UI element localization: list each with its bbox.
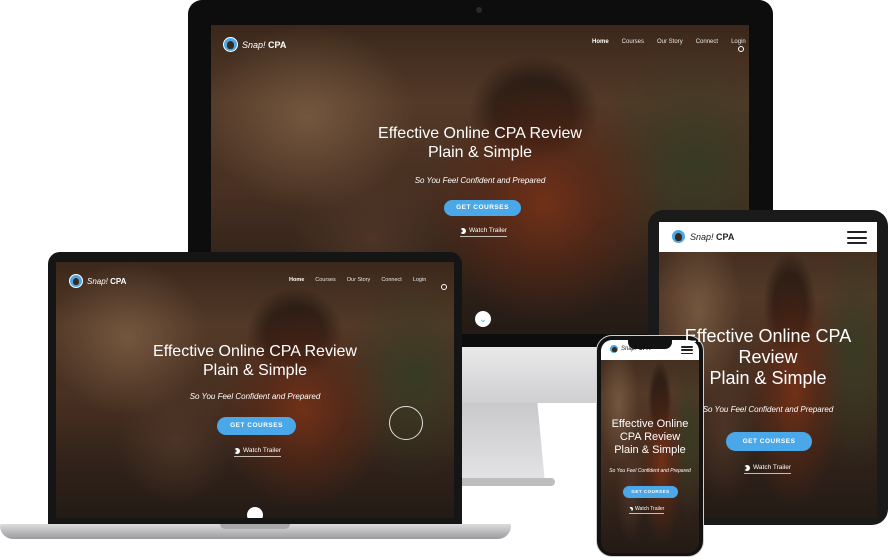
- scroll-down-icon[interactable]: [247, 507, 263, 518]
- watch-trailer-label: Watch Trailer: [753, 464, 792, 471]
- brand-name: Snap! CPA: [242, 39, 287, 50]
- search-icon[interactable]: [738, 46, 744, 52]
- watch-trailer-label: Watch Trailer: [469, 227, 508, 234]
- scroll-down-icon[interactable]: ⌄: [475, 311, 491, 327]
- logo[interactable]: Snap! CPA: [69, 274, 126, 288]
- hero-headline: Effective Online CPA Review Plain & Simp…: [153, 343, 357, 379]
- watch-trailer-link[interactable]: Watch Trailer: [460, 227, 508, 237]
- nav-login[interactable]: Login: [413, 277, 426, 283]
- phone-notch: [628, 340, 672, 349]
- watch-trailer-link[interactable]: Watch Trailer: [744, 464, 792, 474]
- search-icon[interactable]: [441, 284, 447, 290]
- hero-headline: Effective Online CPA Review Plain & Simp…: [611, 418, 689, 456]
- play-video-icon[interactable]: [389, 406, 423, 440]
- logo[interactable]: Snap! CPA: [671, 229, 734, 244]
- nav-courses[interactable]: Courses: [622, 39, 644, 45]
- get-courses-button[interactable]: GET COURSES: [217, 417, 296, 435]
- nav-our-story[interactable]: Our Story: [347, 277, 371, 283]
- hero-subline: So You Feel Confident and Prepared: [414, 176, 546, 185]
- nav-our-story[interactable]: Our Story: [657, 39, 683, 45]
- nav-home[interactable]: Home: [289, 277, 304, 283]
- watch-trailer-link[interactable]: Watch Trailer: [234, 447, 282, 457]
- hero-subline: So You Feel Confident and Prepared: [609, 468, 691, 474]
- play-icon: [234, 447, 240, 454]
- hero-subline: So You Feel Confident and Prepared: [702, 405, 834, 414]
- hamburger-menu-icon[interactable]: [681, 346, 693, 354]
- get-courses-button[interactable]: GET COURSES: [726, 432, 812, 451]
- nav-connect[interactable]: Connect: [696, 39, 718, 45]
- imac-stand: [450, 403, 545, 483]
- main-nav: Home Courses Our Story Connect Login: [289, 277, 426, 283]
- play-icon: [744, 464, 750, 471]
- brand-name: Snap! CPA: [690, 231, 735, 242]
- watch-trailer-link[interactable]: Watch Trailer: [629, 506, 665, 514]
- get-courses-button[interactable]: GET COURSES: [444, 200, 521, 216]
- watch-trailer-label: Watch Trailer: [635, 506, 665, 512]
- logo[interactable]: Snap! CPA: [223, 37, 286, 52]
- laptop-screen: Snap! CPA Home Courses Our Story Connect…: [56, 262, 454, 518]
- nav-login[interactable]: Login: [731, 39, 746, 45]
- logo-mark-icon: [609, 344, 619, 354]
- get-courses-button[interactable]: GET COURSES: [623, 486, 678, 498]
- nav-courses[interactable]: Courses: [315, 277, 335, 283]
- brand-name: Snap! CPA: [87, 276, 127, 286]
- logo-mark-icon: [69, 274, 83, 288]
- play-icon: [629, 507, 633, 513]
- nav-home[interactable]: Home: [592, 39, 609, 45]
- watch-trailer-label: Watch Trailer: [243, 447, 282, 454]
- hero-headline: Effective Online CPA Review Plain & Simp…: [378, 125, 582, 161]
- laptop-trackpad-notch: [220, 524, 290, 529]
- hamburger-menu-icon[interactable]: [847, 231, 867, 244]
- hero-subline: So You Feel Confident and Prepared: [189, 392, 321, 401]
- main-nav: Home Courses Our Story Connect Login: [592, 39, 746, 45]
- nav-connect[interactable]: Connect: [381, 277, 402, 283]
- logo-mark-icon: [223, 37, 238, 52]
- play-icon: [460, 227, 466, 234]
- logo-mark-icon: [671, 229, 686, 244]
- imac-camera: [476, 7, 482, 13]
